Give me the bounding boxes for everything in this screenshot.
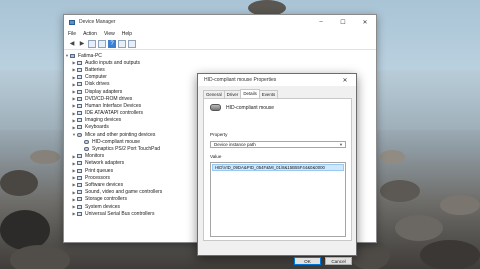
tab-driver[interactable]: Driver (223, 90, 242, 98)
details-panel: HID-compliant mouse Property Device inst… (203, 98, 352, 241)
dialog-close-button[interactable]: ✕ (334, 73, 356, 87)
ok-button[interactable]: OK (294, 257, 321, 265)
device-category-icon (77, 168, 82, 173)
pebble (440, 195, 480, 215)
device-category-icon (77, 89, 82, 94)
tree-item-label: System devices (85, 203, 121, 210)
tree-item-label: Monitors (85, 153, 105, 160)
tree-item-label: Human Interface Devices (85, 102, 142, 109)
tree-child-label: Synaptics PS/2 Port TouchPad (92, 146, 161, 153)
tree-item-label: Audio inputs and outputs (85, 59, 141, 66)
menu-file[interactable]: File (68, 31, 76, 37)
tree-root-label: Fatima-PC (78, 52, 102, 59)
computer-icon (70, 53, 75, 58)
mouse-icon (84, 139, 89, 144)
tree-item-label: IDE ATA/ATAPI controllers (85, 110, 143, 117)
device-category-icon (77, 82, 82, 87)
tree-item-label: Software devices (85, 181, 124, 188)
toolbar: ◀ ▶ ? (64, 38, 376, 50)
tree-item-label: Storage controllers (85, 196, 127, 203)
tree-view-icon[interactable] (88, 39, 96, 48)
value-list[interactable]: HID\VID_09DA&PID_054F&MI_01\8&15B55F44&0… (210, 162, 346, 237)
maximize-button[interactable]: ☐ (332, 15, 354, 29)
dialog-title: HID-compliant mouse Properties (204, 77, 277, 83)
tree-item-label: Display adapters (85, 88, 123, 95)
cancel-button[interactable]: Cancel (325, 257, 352, 265)
value-label: Value (210, 154, 222, 159)
menu-bar: File Action View Help (64, 29, 376, 38)
tree-item-label: Imaging devices (85, 117, 122, 124)
device-category-icon (77, 111, 82, 116)
chevron-down-icon: ▼ (339, 142, 343, 147)
device-category-icon (77, 125, 82, 130)
device-category-icon (77, 182, 82, 187)
device-category-icon (77, 96, 82, 101)
properties-dialog: HID-compliant mouse Properties ✕ General… (197, 73, 357, 265)
minimize-button[interactable]: – (310, 15, 332, 29)
pebble (30, 150, 60, 164)
device-category-icon (77, 154, 82, 159)
pebble (0, 170, 38, 196)
tree-item-label: Batteries (85, 66, 105, 73)
device-category-icon (77, 103, 82, 108)
device-category-icon (77, 175, 82, 180)
tree-item-label: Mice and other pointing devices (85, 131, 156, 138)
dialog-body: General Driver Details Events HID-compli… (198, 86, 356, 265)
device-category-icon (77, 60, 82, 65)
device-name: HID-compliant mouse (226, 104, 275, 111)
menu-view[interactable]: View (104, 31, 115, 37)
tab-details[interactable]: Details (240, 89, 260, 98)
property-label: Property (210, 132, 228, 137)
device-category-icon (77, 211, 82, 216)
device-category-icon (77, 204, 82, 209)
tab-general[interactable]: General (203, 90, 225, 98)
tree-item-label: Sound, video and game controllers (85, 189, 163, 196)
tree-item-label: Network adapters (85, 160, 125, 167)
tree-item-label: Disk drives (85, 81, 110, 88)
window-title: Device Manager (79, 19, 116, 25)
pebble (380, 180, 420, 202)
tree-root[interactable]: ▼ Fatima-PC (64, 52, 376, 59)
menu-help[interactable]: Help (122, 31, 132, 37)
mouse-icon (84, 147, 89, 152)
device-manager-titlebar[interactable]: Device Manager – ☐ ✕ (64, 15, 376, 29)
forward-arrow-icon[interactable]: ▶ (78, 40, 86, 48)
tree-item-label: Keyboards (85, 124, 109, 131)
property-dropdown-value: Device instance path (214, 142, 256, 147)
device-manager-app-icon (69, 19, 75, 25)
pebble (420, 240, 480, 269)
tree-item-label: DVD/CD-ROM drives (85, 95, 133, 102)
properties-icon[interactable] (98, 39, 106, 48)
value-item-selected[interactable]: HID\VID_09DA&PID_054F&MI_01\8&15B55F44&0… (212, 164, 344, 171)
dialog-titlebar[interactable]: HID-compliant mouse Properties ✕ (198, 74, 356, 86)
tree-item-label: Processors (85, 174, 111, 181)
pebble (10, 245, 70, 269)
device-header: HID-compliant mouse (210, 104, 274, 111)
help-icon[interactable]: ? (108, 39, 116, 48)
mouse-icon (210, 104, 221, 111)
device-category-icon (77, 67, 82, 72)
pebble (395, 215, 443, 241)
device-category-icon (77, 132, 82, 137)
tree-item-label: Universal Serial Bus controllers (85, 210, 155, 217)
device-category-icon (77, 197, 82, 202)
close-button[interactable]: ✕ (354, 15, 376, 29)
tree-item[interactable]: ▶ Audio inputs and outputs (64, 59, 376, 66)
pebble (380, 150, 405, 164)
monitor-icon[interactable] (128, 39, 136, 48)
property-dropdown[interactable]: Device instance path ▼ (210, 141, 346, 148)
tree-item-label: Print queues (85, 167, 114, 174)
pebble (0, 210, 50, 250)
tab-events[interactable]: Events (258, 90, 279, 98)
tree-item-label: Computer (85, 74, 107, 81)
device-category-icon (77, 161, 82, 166)
menu-action[interactable]: Action (83, 31, 97, 37)
scan-hardware-icon[interactable] (118, 39, 126, 48)
back-arrow-icon[interactable]: ◀ (68, 40, 76, 48)
tree-child-label: HID-compliant mouse (92, 138, 141, 145)
device-category-icon (77, 118, 82, 123)
device-category-icon (77, 190, 82, 195)
device-category-icon (77, 75, 82, 80)
